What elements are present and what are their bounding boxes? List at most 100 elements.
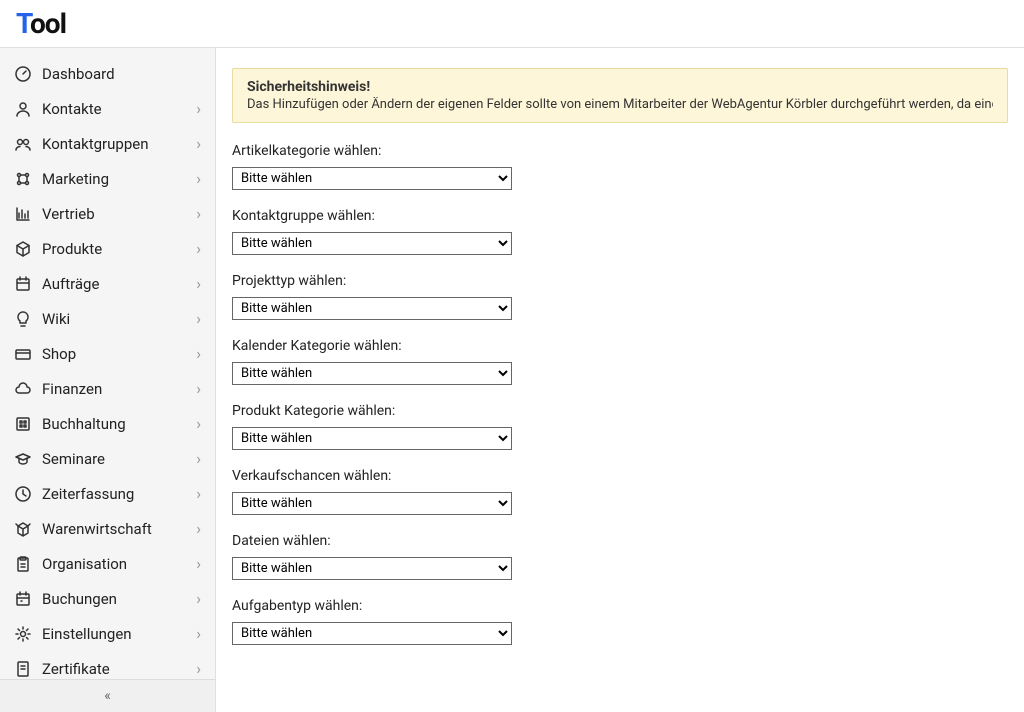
notice-text: Das Hinzufügen oder Ändern der eigenen F… [247, 97, 993, 112]
field-label: Kontaktgruppe wählen: [232, 208, 1008, 224]
field-block: Dateien wählen: Bitte wählen [232, 533, 1008, 580]
cert-icon [14, 660, 32, 678]
orders-icon [14, 275, 32, 293]
sidebar-item-label: Zertifikate [42, 660, 196, 678]
chevron-right-icon: › [196, 661, 201, 677]
field-select[interactable]: Bitte wählen [232, 232, 512, 255]
chart-icon [14, 205, 32, 223]
sidebar-item-dashboard[interactable]: Dashboard [0, 56, 215, 91]
sidebar-item-label: Kontaktgruppen [42, 135, 196, 153]
sidebar-item-label: Finanzen [42, 380, 196, 398]
sidebar-item-aufträge[interactable]: Aufträge› [0, 266, 215, 301]
sidebar-item-label: Seminare [42, 450, 196, 468]
field-label: Dateien wählen: [232, 533, 1008, 549]
chevron-right-icon: › [196, 451, 201, 467]
sidebar-item-label: Einstellungen [42, 625, 196, 643]
chevron-right-icon: › [196, 381, 201, 397]
gear-icon [14, 625, 32, 643]
field-block: Verkaufschancen wählen: Bitte wählen [232, 468, 1008, 515]
notice-box: Sicherheitshinweis! Das Hinzufügen oder … [232, 68, 1008, 123]
sidebar-item-marketing[interactable]: Marketing› [0, 161, 215, 196]
sidebar-item-einstellungen[interactable]: Einstellungen› [0, 616, 215, 651]
sidebar-item-wiki[interactable]: Wiki› [0, 301, 215, 336]
field-block: Kalender Kategorie wählen: Bitte wählen [232, 338, 1008, 385]
sidebar-items: DashboardKontakte›Kontaktgruppen›Marketi… [0, 48, 215, 679]
chevron-right-icon: › [196, 101, 201, 117]
sidebar-item-label: Marketing [42, 170, 196, 188]
chevron-right-icon: › [196, 311, 201, 327]
sidebar-item-label: Vertrieb [42, 205, 196, 223]
sidebar-item-finanzen[interactable]: Finanzen› [0, 371, 215, 406]
sidebar-item-label: Wiki [42, 310, 196, 328]
bulb-icon [14, 310, 32, 328]
sidebar-item-label: Warenwirtschaft [42, 520, 196, 538]
collapse-icon: « [104, 688, 111, 704]
sidebar-item-vertrieb[interactable]: Vertrieb› [0, 196, 215, 231]
calendar-icon [14, 590, 32, 608]
field-label: Verkaufschancen wählen: [232, 468, 1008, 484]
card-icon [14, 345, 32, 363]
field-select[interactable]: Bitte wählen [232, 297, 512, 320]
field-block: Kontaktgruppe wählen: Bitte wählen [232, 208, 1008, 255]
logo-rest: ool [30, 7, 66, 40]
field-block: Projekttyp wählen: Bitte wählen [232, 273, 1008, 320]
chevron-right-icon: › [196, 521, 201, 537]
sidebar-item-kontakte[interactable]: Kontakte› [0, 91, 215, 126]
sidebar-item-warenwirtschaft[interactable]: Warenwirtschaft› [0, 511, 215, 546]
chevron-right-icon: › [196, 276, 201, 292]
sidebar-item-buchungen[interactable]: Buchungen› [0, 581, 215, 616]
fields-container: Artikelkategorie wählen:Bitte wählenKont… [232, 143, 1008, 645]
sidebar-item-zeiterfassung[interactable]: Zeiterfassung› [0, 476, 215, 511]
chevron-right-icon: › [196, 241, 201, 257]
field-select[interactable]: Bitte wählen [232, 557, 512, 580]
sidebar-item-label: Buchungen [42, 590, 196, 608]
sidebar-item-label: Produkte [42, 240, 196, 258]
chevron-right-icon: › [196, 346, 201, 362]
group-icon [14, 135, 32, 153]
field-block: Produkt Kategorie wählen: Bitte wählen [232, 403, 1008, 450]
ledger-icon [14, 415, 32, 433]
sidebar-item-shop[interactable]: Shop› [0, 336, 215, 371]
field-label: Projekttyp wählen: [232, 273, 1008, 289]
person-icon [14, 100, 32, 118]
field-label: Produkt Kategorie wählen: [232, 403, 1008, 419]
clock-icon [14, 485, 32, 503]
header: Tool [0, 0, 1024, 48]
cap-icon [14, 450, 32, 468]
sidebar-collapse-button[interactable]: « [0, 679, 215, 712]
chevron-right-icon: › [196, 206, 201, 222]
field-block: Aufgabentyp wählen: Bitte wählen [232, 598, 1008, 645]
field-select[interactable]: Bitte wählen [232, 622, 512, 645]
sidebar-item-organisation[interactable]: Organisation› [0, 546, 215, 581]
chevron-right-icon: › [196, 486, 201, 502]
sidebar: DashboardKontakte›Kontaktgruppen›Marketi… [0, 48, 216, 712]
chevron-right-icon: › [196, 416, 201, 432]
sidebar-item-label: Buchhaltung [42, 415, 196, 433]
sidebar-item-zertifikate[interactable]: Zertifikate› [0, 651, 215, 679]
sidebar-item-label: Zeiterfassung [42, 485, 196, 503]
sidebar-item-label: Dashboard [42, 65, 201, 83]
sidebar-item-label: Shop [42, 345, 196, 363]
chevron-right-icon: › [196, 626, 201, 642]
field-block: Artikelkategorie wählen: Bitte wählen [232, 143, 1008, 190]
logo: Tool [16, 7, 66, 40]
clipboard-icon [14, 555, 32, 573]
field-select[interactable]: Bitte wählen [232, 427, 512, 450]
field-select[interactable]: Bitte wählen [232, 167, 512, 190]
sidebar-item-produkte[interactable]: Produkte› [0, 231, 215, 266]
sidebar-item-seminare[interactable]: Seminare› [0, 441, 215, 476]
marketing-icon [14, 170, 32, 188]
field-label: Kalender Kategorie wählen: [232, 338, 1008, 354]
chevron-right-icon: › [196, 591, 201, 607]
field-label: Aufgabentyp wählen: [232, 598, 1008, 614]
sidebar-item-buchhaltung[interactable]: Buchhaltung› [0, 406, 215, 441]
content: Sicherheitshinweis! Das Hinzufügen oder … [216, 48, 1024, 712]
chevron-right-icon: › [196, 171, 201, 187]
field-select[interactable]: Bitte wählen [232, 492, 512, 515]
cube-icon [14, 240, 32, 258]
sidebar-item-kontaktgruppen[interactable]: Kontaktgruppen› [0, 126, 215, 161]
field-label: Artikelkategorie wählen: [232, 143, 1008, 159]
sidebar-item-label: Aufträge [42, 275, 196, 293]
inventory-icon [14, 520, 32, 538]
field-select[interactable]: Bitte wählen [232, 362, 512, 385]
